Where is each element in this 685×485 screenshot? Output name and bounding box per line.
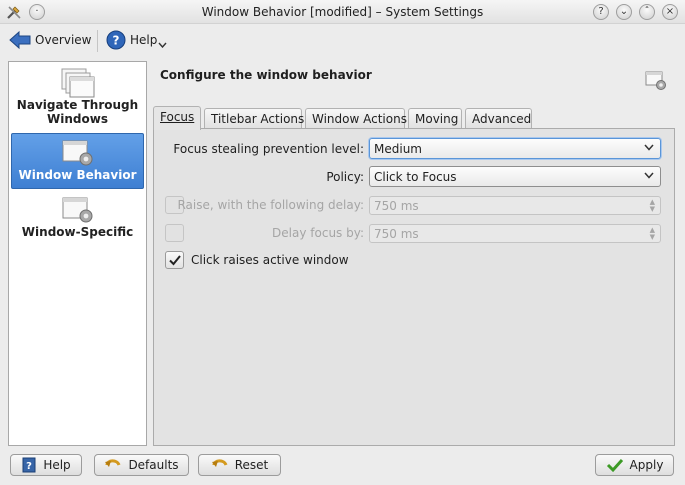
tab-window-actions[interactable]: Window Actions [305,108,407,129]
sidebar-item-navigate-through-windows[interactable]: Navigate Through Windows [11,66,144,132]
window-title: Window Behavior [modified] – System Sett… [201,5,484,19]
overview-label: Overview [35,33,92,47]
help-button[interactable]: ? Help [10,454,82,476]
help-icon: ? [106,30,126,50]
minimize-icon[interactable]: ⌄ [616,4,632,20]
checkmark-icon [606,458,623,473]
page-title: Configure the window behavior [160,68,372,82]
defaults-button[interactable]: Defaults [94,454,189,476]
tab-moving[interactable]: Moving [408,108,462,129]
module-sidebar: Navigate Through Windows Window Behavior… [8,61,147,446]
windows-stack-icon [61,68,94,98]
apply-button[interactable]: Apply [595,454,674,476]
sidebar-item-window-specific[interactable]: Window-Specific [11,195,144,245]
sidebar-item-label: Window Behavior [18,168,137,182]
tab-titlebar-actions[interactable]: Titlebar Actions [204,108,305,129]
overview-button[interactable]: Overview [9,28,92,52]
tab-focus[interactable]: Focus [153,106,201,130]
help-button-label: Help [43,458,71,472]
system-settings-window: · Window Behavior [modified] – System Se… [0,0,685,485]
sidebar-item-window-behavior[interactable]: Window Behavior [11,133,144,189]
reset-button-label: Reset [234,458,269,472]
close-icon[interactable]: × [662,4,678,20]
help-icon[interactable]: ? [593,4,609,20]
tab-label: Advanced [472,112,532,126]
window-gear-icon [645,71,666,90]
window-gear-icon [62,140,92,166]
apply-button-label: Apply [629,458,664,472]
svg-text:?: ? [113,34,120,48]
focus-tab-panel [153,128,675,446]
defaults-button-label: Defaults [128,458,179,472]
tab-advanced[interactable]: Advanced [465,108,532,129]
svg-text:?: ? [26,461,32,472]
tab-label: Moving [415,112,459,126]
undo-arrow-icon [105,459,121,467]
help-label: Help [130,33,158,47]
title-bar[interactable]: · Window Behavior [modified] – System Se… [0,0,685,24]
reset-button[interactable]: Reset [198,454,281,476]
help-menu-button[interactable]: ? Help [106,28,157,52]
undo-arrow-icon [211,459,228,467]
maximize-icon[interactable]: ˆ [639,4,655,20]
sidebar-item-label: Window-Specific [21,225,134,239]
tab-label: Window Actions [312,112,407,126]
toolbar-separator [97,30,98,52]
chevron-down-icon[interactable] [158,42,167,48]
toolbar: Overview ? Help [0,24,685,56]
window-gear-icon [62,197,92,223]
tab-label: Titlebar Actions [211,112,305,126]
sidebar-item-label: Navigate Through Windows [16,98,139,126]
back-arrow-icon [9,30,31,50]
help-book-icon: ? [22,457,36,473]
tab-label: Focus [160,110,195,124]
